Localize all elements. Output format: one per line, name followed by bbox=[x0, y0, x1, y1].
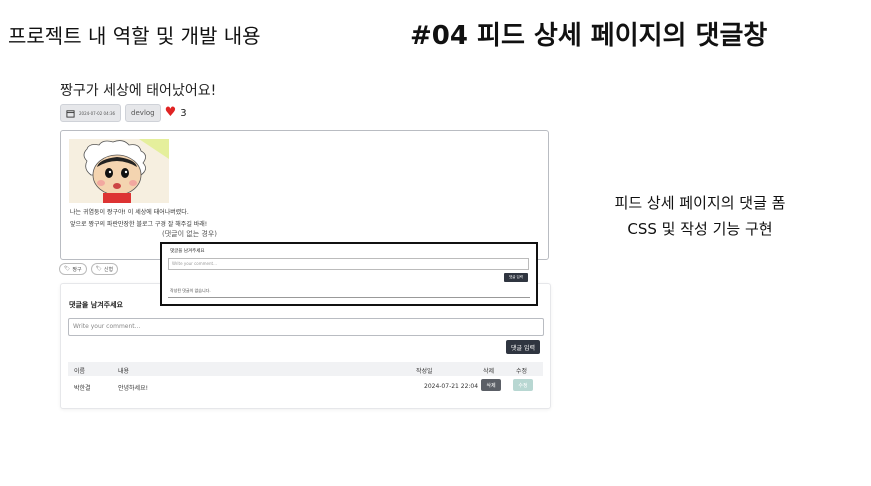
calendar-icon bbox=[66, 109, 75, 118]
tag-chip[interactable]: 🏷 짱구 bbox=[59, 263, 87, 275]
feed-detail-screenshot: 짱구가 세상에 태어났어요! 2024-07-02 04:36 devlog ♥… bbox=[58, 78, 552, 409]
post-image bbox=[69, 139, 169, 203]
header-name: 이름 bbox=[74, 368, 86, 375]
no-comments-text: 작성된 댓글이 없습니다. bbox=[170, 288, 211, 293]
slide-left-title: 프로젝트 내 역할 및 개발 내용 bbox=[8, 24, 261, 48]
post-date: 2024-07-02 04:36 bbox=[79, 110, 116, 116]
comment-table-header: 이름 내용 작성일 삭제 수정 bbox=[68, 362, 543, 376]
tag-list: 🏷 짱구 🏷 신형 bbox=[59, 263, 119, 275]
header-edit: 수정 bbox=[516, 368, 528, 375]
inset-comment-input[interactable]: Write your comment... bbox=[168, 258, 529, 270]
comment-submit-button[interactable]: 댓글 입력 bbox=[506, 340, 540, 354]
empty-comment-inset: 댓글을 남겨주세요 Write your comment... 댓글 입력 작성… bbox=[160, 242, 538, 306]
slide-description: 피드 상세 페이지의 댓글 폼 CSS 및 작성 기능 구현 bbox=[560, 190, 840, 242]
comment-input[interactable]: Write your comment... bbox=[68, 318, 544, 336]
content-line-2: 앞으로 짱구의 파란만장한 블로그 구경 잘 해주길 바래! bbox=[70, 221, 208, 228]
like-count: 3 bbox=[180, 107, 187, 119]
inset-form-title: 댓글을 남겨주세요 bbox=[170, 249, 205, 254]
post-title: 짱구가 세상에 태어났어요! bbox=[60, 83, 217, 99]
inset-submit-button[interactable]: 댓글 입력 bbox=[504, 273, 528, 282]
header-delete: 삭제 bbox=[483, 368, 495, 375]
category-badge[interactable]: devlog bbox=[125, 104, 161, 122]
empty-case-label: (댓글이 없는 경우) bbox=[162, 230, 217, 238]
tag-label: 짱구 bbox=[72, 266, 82, 273]
desc-line-1: 피드 상세 페이지의 댓글 폼 bbox=[614, 194, 786, 212]
desc-line-2: CSS 및 작성 기능 구현 bbox=[627, 220, 773, 238]
tag-icon: 🏷 bbox=[64, 266, 71, 272]
inset-divider bbox=[168, 297, 530, 298]
slide-right-title: #04 피드 상세 페이지의 댓글창 bbox=[410, 21, 768, 51]
character-illustration bbox=[69, 139, 169, 203]
tag-label: 신형 bbox=[103, 266, 114, 273]
tag-chip[interactable]: 🏷 신형 bbox=[90, 263, 119, 275]
comment-text: 안녕하세요! bbox=[118, 385, 149, 392]
comment-author: 박한결 bbox=[74, 385, 91, 392]
post-meta: 2024-07-02 04:36 devlog ♥ 3 bbox=[60, 104, 187, 122]
delete-button[interactable]: 삭제 bbox=[481, 379, 501, 391]
post-content: 나는 귀염둥이 짱구야! 이 세상에 태어나버렸다. 앞으로 짱구의 파란만장한… bbox=[60, 130, 549, 260]
heart-icon[interactable]: ♥ bbox=[165, 106, 177, 120]
tag-icon: 🏷 bbox=[95, 266, 102, 272]
comment-form-title: 댓글을 남겨주세요 bbox=[69, 301, 123, 309]
table-row: 박한결 안녕하세요! 2024-07-21 22:04 삭제 수정 bbox=[68, 378, 543, 394]
header-date: 작성일 bbox=[416, 368, 433, 375]
header-content: 내용 bbox=[118, 368, 130, 375]
edit-button[interactable]: 수정 bbox=[513, 379, 533, 391]
date-badge: 2024-07-02 04:36 bbox=[60, 104, 122, 122]
content-line-1: 나는 귀염둥이 짱구야! 이 세상에 태어나버렸다. bbox=[70, 209, 189, 216]
comment-date: 2024-07-21 22:04 bbox=[424, 383, 479, 390]
